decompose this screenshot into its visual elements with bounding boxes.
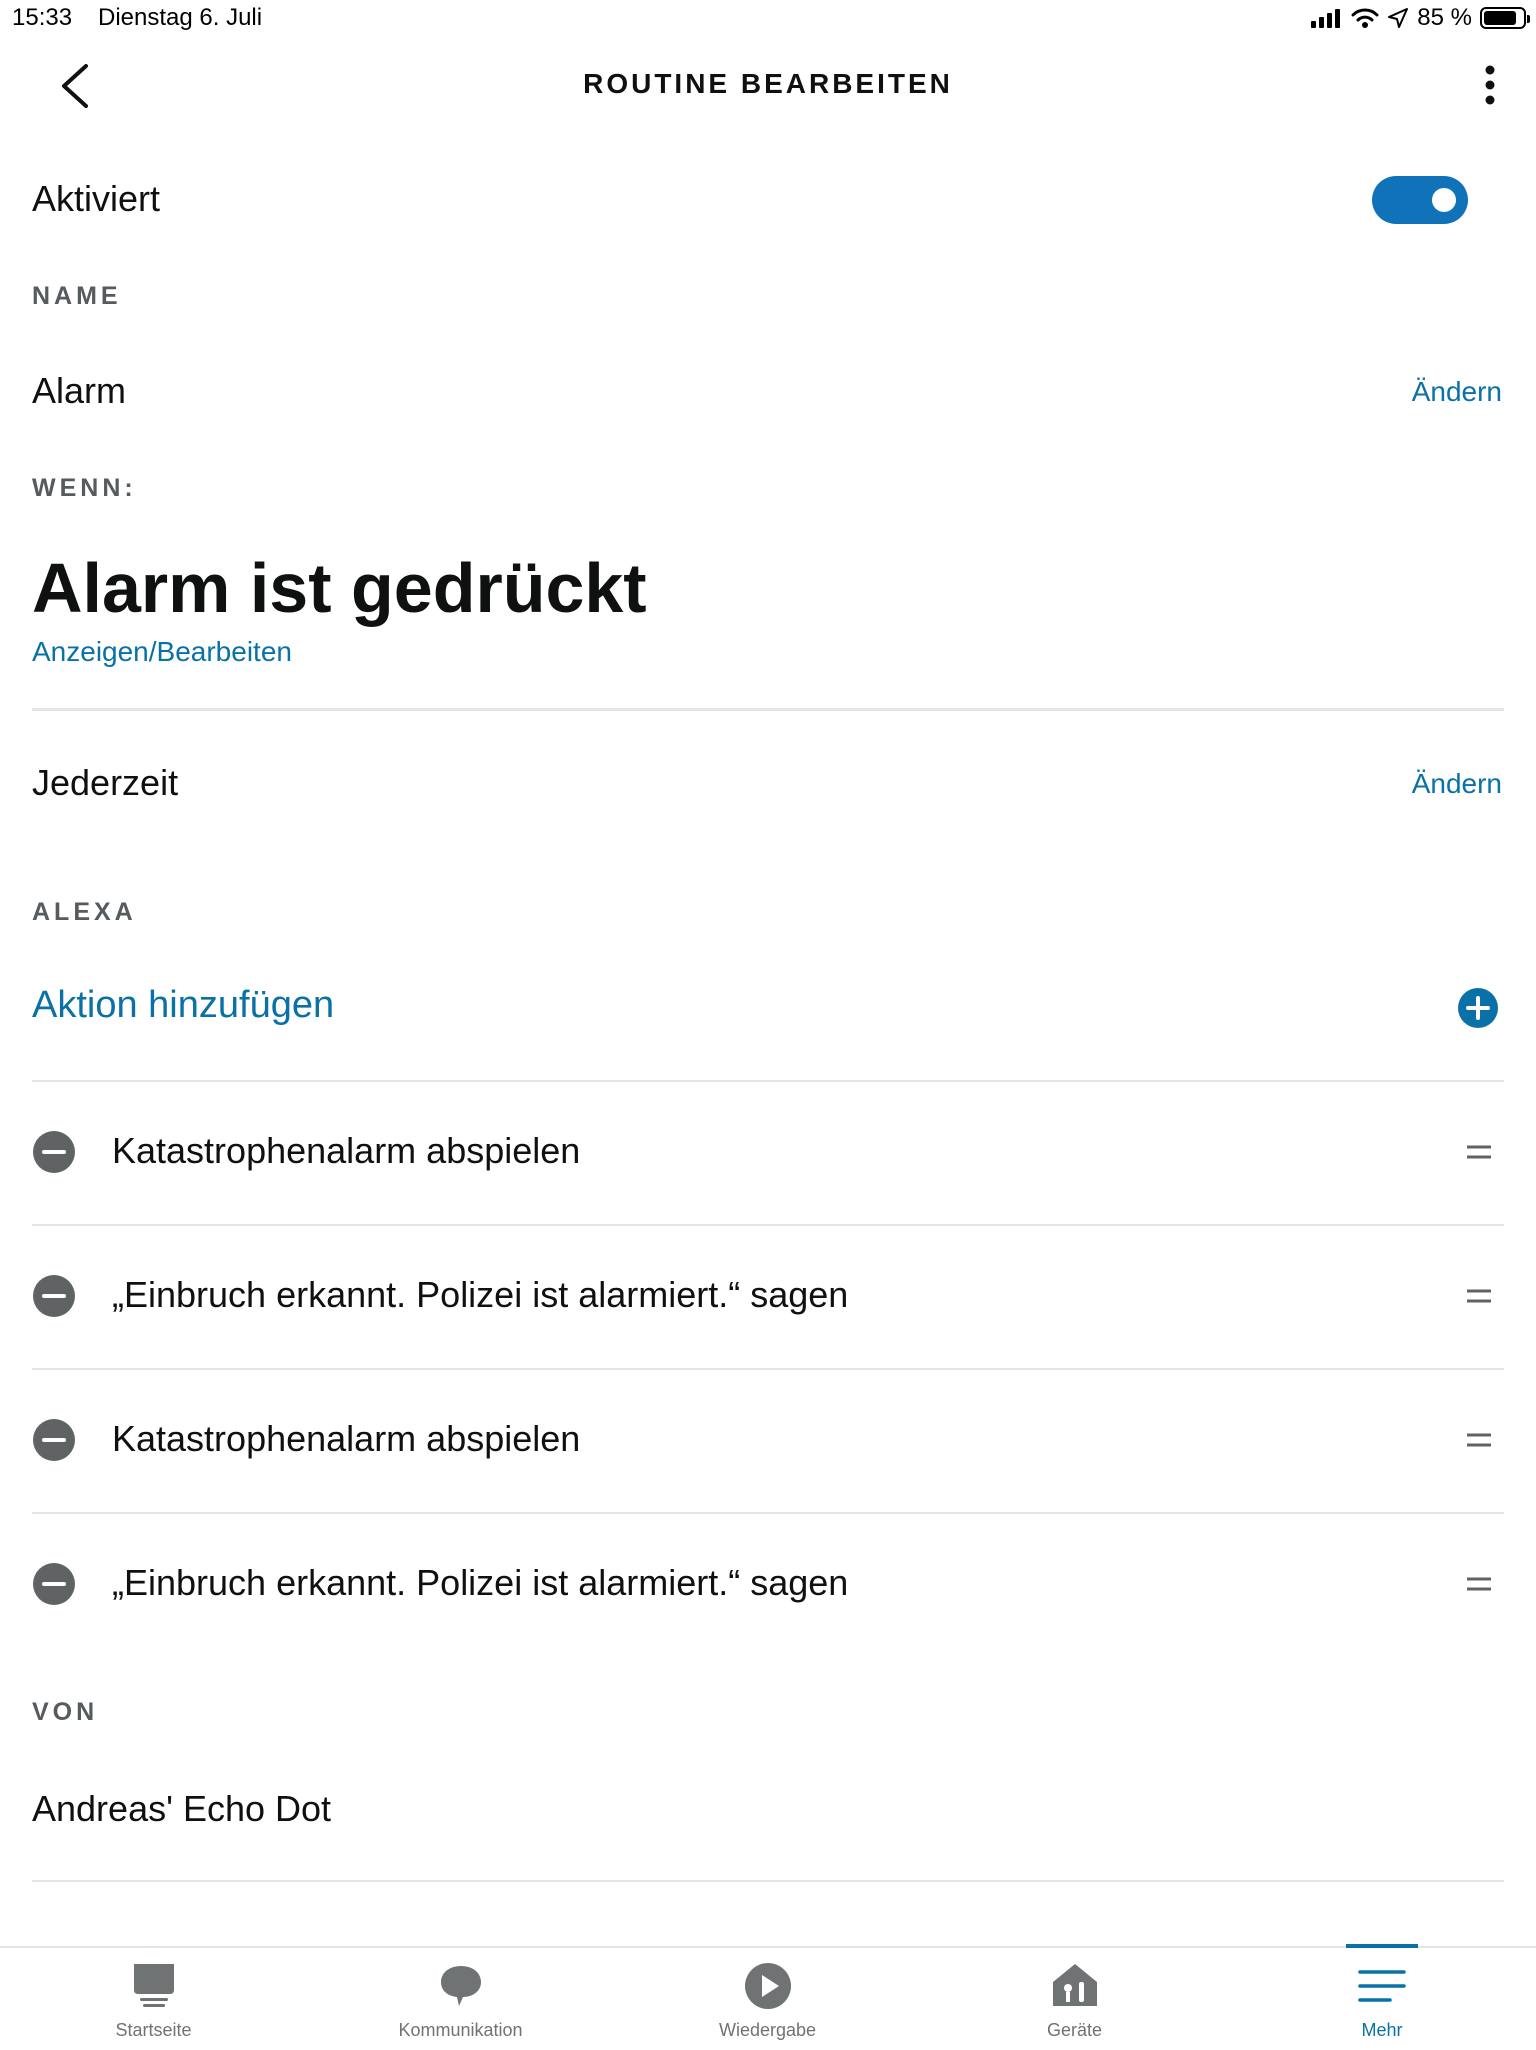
action-label[interactable]: Katastrophenalarm abspielen (112, 1130, 580, 1172)
speech-bubble-icon (440, 1966, 481, 2006)
add-action-button[interactable]: Aktion hinzufügen (32, 984, 334, 1027)
tab-more[interactable]: Mehr (1228, 1944, 1536, 2050)
action-label[interactable]: Katastrophenalarm abspielen (112, 1418, 580, 1460)
tab-label: Mehr (1361, 2020, 1403, 2040)
change-schedule-link[interactable]: Ändern (1412, 768, 1502, 800)
more-options-button[interactable] (1470, 60, 1510, 110)
when-heading: WENN: (32, 474, 137, 502)
battery-icon (1480, 7, 1530, 29)
action-label[interactable]: „Einbruch erkannt. Polizei ist alarmiert… (112, 1274, 848, 1316)
drag-handle-icon[interactable] (1466, 1286, 1492, 1306)
action-row: „Einbruch erkannt. Polizei ist alarmiert… (32, 1512, 1504, 1656)
tab-communication[interactable]: Kommunikation (307, 1948, 614, 2050)
status-indicators: 85 % (1311, 4, 1530, 32)
tab-bar: Startseite Kommunikation Wiedergabe Gerä… (0, 1944, 1536, 2050)
remove-action-button[interactable] (32, 1274, 76, 1318)
trigger-title: Alarm ist gedrückt (32, 549, 647, 627)
toggle-knob (1432, 188, 1456, 212)
tab-devices[interactable]: Geräte (921, 1948, 1228, 2050)
drag-handle-icon[interactable] (1466, 1574, 1492, 1594)
page-title: ROUTINE BEARBEITEN (583, 68, 953, 99)
activated-toggle[interactable] (1372, 176, 1468, 224)
action-row: Katastrophenalarm abspielen (32, 1080, 1504, 1224)
from-heading: VON (32, 1698, 99, 1726)
remove-action-button[interactable] (32, 1418, 76, 1462)
view-edit-trigger-link[interactable]: Anzeigen/Bearbeiten (32, 636, 292, 668)
active-tab-indicator (1346, 1944, 1418, 1948)
action-label[interactable]: „Einbruch erkannt. Polizei ist alarmiert… (112, 1562, 848, 1604)
add-action-icon[interactable] (1458, 988, 1498, 1028)
tab-label: Kommunikation (398, 2020, 523, 2040)
devices-house-icon (1052, 1964, 1097, 2006)
menu-lines-icon (1358, 1970, 1406, 2002)
action-row: Katastrophenalarm abspielen (32, 1368, 1504, 1512)
alexa-heading: ALEXA (32, 898, 137, 926)
signal-icon (1311, 9, 1341, 28)
section-divider (32, 708, 1504, 711)
battery-fill (1484, 11, 1517, 25)
battery-percent: 85 % (1417, 4, 1472, 31)
play-icon (744, 1963, 791, 2009)
status-time: 15:33 (12, 4, 73, 31)
drag-handle-icon[interactable] (1466, 1142, 1492, 1162)
tab-label: Wiedergabe (718, 2020, 817, 2040)
wifi-icon (1351, 8, 1379, 28)
device-name: Andreas' Echo Dot (32, 1788, 332, 1829)
remove-action-button[interactable] (32, 1130, 76, 1174)
drag-handle-icon[interactable] (1466, 1430, 1492, 1450)
tab-label: Geräte (1046, 2020, 1103, 2040)
home-echo-icon (133, 1964, 174, 2007)
tab-play[interactable]: Wiedergabe (614, 1948, 921, 2050)
activated-label: Aktiviert (32, 178, 161, 219)
name-heading: NAME (32, 282, 122, 310)
location-icon (1388, 8, 1409, 28)
routine-name: Alarm (32, 370, 127, 411)
tab-label: Startseite (115, 2020, 192, 2040)
change-name-link[interactable]: Ändern (1412, 376, 1502, 408)
remove-action-button[interactable] (32, 1562, 76, 1606)
section-divider (32, 1880, 1504, 1882)
action-row: „Einbruch erkannt. Polizei ist alarmiert… (32, 1224, 1504, 1368)
schedule-value: Jederzeit (32, 762, 179, 803)
status-date: Dienstag 6. Juli (98, 4, 263, 31)
more-vertical-icon (1485, 65, 1495, 105)
tab-home[interactable]: Startseite (0, 1948, 307, 2050)
